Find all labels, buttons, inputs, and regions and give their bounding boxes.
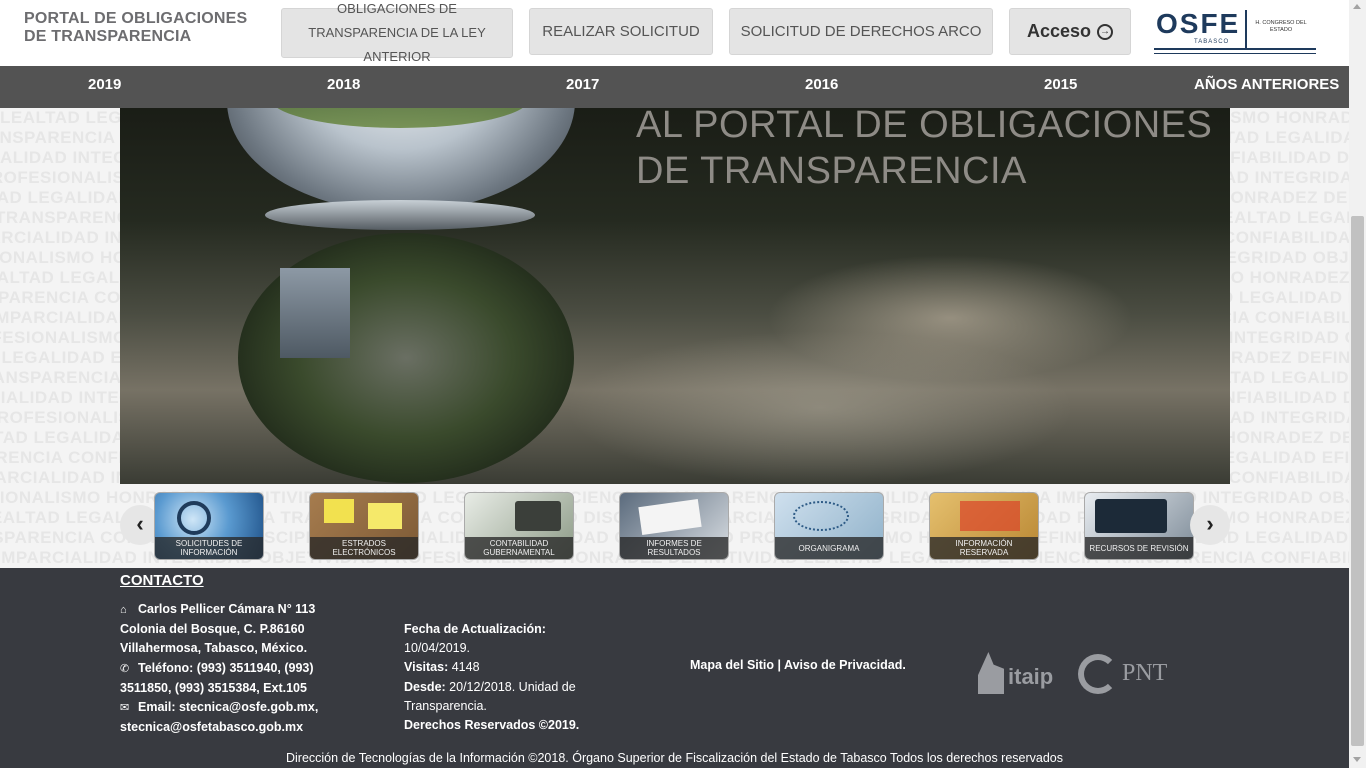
arrow-right-circle-icon: → (1097, 23, 1114, 40)
osfe-logo-sub: TABASCO (1194, 39, 1230, 45)
carousel-item-contabilidad[interactable]: CONTABILIDAD GUBERNAMENTAL (464, 492, 574, 560)
scroll-down-arrow-icon[interactable] (1353, 757, 1361, 762)
tablet-chart-icon (1095, 499, 1167, 533)
scroll-thumb[interactable] (1351, 216, 1364, 746)
email-text[interactable]: Email: stecnica@osfe.gob.mx, stecnica@os… (120, 700, 318, 734)
calculator-icon (515, 501, 561, 531)
carousel-item-label: INFORMACIÓN RESERVADA (930, 537, 1038, 559)
phone-line: ✆ Teléfono: (993) 3511940, (993) 3511850,… (120, 659, 340, 698)
carousel-item-estrados[interactable]: ESTRADOS ELECTRÓNICOS (309, 492, 419, 560)
envelope-icon: ✉ (120, 702, 130, 715)
osfe-logo-word: OSFE (1156, 8, 1241, 39)
carousel-next-button[interactable]: › (1190, 505, 1230, 545)
contact-title: CONTACTO (120, 572, 204, 589)
address-text: Carlos Pellicer Cámara N° 113 Colonia de… (120, 602, 316, 656)
nav-item-anos-anteriores[interactable]: AÑOS ANTERIORES (1194, 66, 1339, 108)
visits: Visitas: 4148 (404, 658, 604, 677)
acceso-label: Acceso (1026, 21, 1092, 41)
scroll-up-arrow-icon[interactable] (1353, 4, 1361, 9)
home-icon: ⌂ (120, 604, 127, 616)
carousel-item-label: SOLICITUDES DE INFORMACIÓN (155, 537, 263, 559)
fecha-value: 10/04/2019. (404, 641, 471, 656)
document-signing-icon (638, 498, 702, 536)
update-date: Fecha de Actualización: 10/04/2019. (404, 620, 604, 658)
privacy-link[interactable]: Aviso de Privacidad. (784, 658, 906, 672)
nav-item-2016[interactable]: 2016 (805, 66, 838, 108)
fecha-label: Fecha de Actualización: (404, 622, 546, 636)
acceso-button[interactable]: Acceso → (1009, 8, 1131, 55)
contact-info: ⌂ Carlos Pellicer Cámara N° 113 Colonia d… (120, 600, 340, 737)
hero-banner: AL PORTAL DE OBLIGACIONES DE TRANSPARENC… (120, 108, 1230, 484)
realizar-solicitud-button[interactable]: REALIZAR SOLICITUD (529, 8, 713, 55)
hero-title-line1: AL PORTAL DE OBLIGACIONES (636, 108, 1213, 146)
pnt-logo[interactable]: PNT (1076, 652, 1186, 698)
pnt-mark-icon (1078, 654, 1118, 694)
pnt-label: PNT (1122, 660, 1168, 686)
building-reflection-image (280, 268, 350, 358)
org-chart-icon (793, 501, 849, 531)
carousel-item-recursos[interactable]: RECURSOS DE REVISIÓN (1084, 492, 1194, 560)
link-separator: | (777, 658, 782, 672)
itaip-logo[interactable]: itaip (976, 652, 1066, 698)
itaip-label: itaip (1008, 664, 1054, 689)
logo-divider (1245, 10, 1247, 48)
carousel-item-organigrama[interactable]: ORGANIGRAMA (774, 492, 884, 560)
site-header: PORTAL DE OBLIGACIONES DE TRANSPARENCIA … (0, 0, 1349, 66)
obligaciones-ley-anterior-button[interactable]: OBLIGACIONES DE TRANSPARENCIA DE LA LEY … (281, 1, 513, 64)
visitas-value: 4148 (451, 660, 480, 675)
nav-item-2017[interactable]: 2017 (566, 66, 599, 108)
solicitud-arco-button[interactable]: SOLICITUD DE DERECHOS ARCO (729, 8, 993, 55)
folders-icon (960, 501, 1020, 531)
phone-icon: ✆ (120, 662, 130, 675)
derechos-text: Derechos Reservados ©2019. (404, 718, 580, 733)
itaip-mark-icon (978, 652, 1004, 694)
carousel-item-label: INFORMES DE RESULTADOS (620, 537, 728, 559)
site-info: Fecha de Actualización: 10/04/2019. Visi… (404, 620, 604, 735)
carousel-item-label: ESTRADOS ELECTRÓNICOS (310, 537, 418, 559)
corkboard-icon (324, 499, 354, 523)
congreso-label: H. CONGRESO DEL ESTADO (1255, 20, 1307, 33)
carousel-item-informes[interactable]: INFORMES DE RESULTADOS (619, 492, 729, 560)
logo-underline-thin (1154, 53, 1316, 54)
carousel-item-label: CONTABILIDAD GUBERNAMENTAL (465, 537, 573, 559)
copyright: Dirección de Tecnologías de la Informaci… (285, 751, 1064, 765)
carousel-item-label: ORGANIGRAMA (775, 537, 883, 559)
logo-underline (1154, 48, 1316, 50)
sitemap-link[interactable]: Mapa del Sitio (690, 658, 774, 672)
hero-title-line2: DE TRANSPARENCIA (636, 150, 1027, 192)
nav-item-2018[interactable]: 2018 (327, 66, 360, 108)
carousel-item-reservada[interactable]: INFORMACIÓN RESERVADA (929, 492, 1039, 560)
portal-title[interactable]: PORTAL DE OBLIGACIONES DE TRANSPARENCIA (24, 10, 274, 46)
address-line: ⌂ Carlos Pellicer Cámara N° 113 Colonia d… (120, 600, 340, 659)
osfe-logo[interactable]: OSFE TABASCO H. CONGRESO DEL ESTADO (1150, 6, 1320, 58)
hero-title: AL PORTAL DE OBLIGACIONES DE TRANSPARENC… (636, 108, 1212, 194)
rights: Derechos Reservados ©2019. (404, 716, 604, 735)
visitas-label: Visitas: (404, 660, 449, 675)
carousel-item-solicitudes[interactable]: SOLICITUDES DE INFORMACIÓN (154, 492, 264, 560)
footer-links: Mapa del Sitio | Aviso de Privacidad. (690, 658, 906, 672)
sticky-note-icon (368, 503, 402, 529)
carousel-item-label: RECURSOS DE REVISIÓN (1085, 537, 1193, 559)
magnifier-icon (177, 501, 211, 535)
nav-item-2015[interactable]: 2015 (1044, 66, 1077, 108)
services-carousel: ‹ SOLICITUDES DE INFORMACIÓN ESTRADOS EL… (120, 490, 1230, 562)
globe-base-image (265, 200, 535, 230)
since: Desde: 20/12/2018. Unidad de Transparenc… (404, 678, 604, 716)
main-area: LEALTAD LEGALIDAD EFICIENCIA TRANSPARENC… (0, 108, 1349, 568)
desde-label: Desde: (404, 679, 446, 694)
year-nav: 2019 2018 2017 2016 2015 AÑOS ANTERIORES (0, 66, 1349, 108)
site-footer: CONTACTO ⌂ Carlos Pellicer Cámara N° 113 … (0, 568, 1349, 768)
nav-item-2019[interactable]: 2019 (88, 66, 121, 108)
page-scrollbar[interactable] (1349, 0, 1366, 768)
phone-text: Teléfono: (993) 3511940, (993) 3511850, … (120, 660, 314, 695)
email-line: ✉ Email: stecnica@osfe.gob.mx, stecnica@o… (120, 698, 340, 737)
